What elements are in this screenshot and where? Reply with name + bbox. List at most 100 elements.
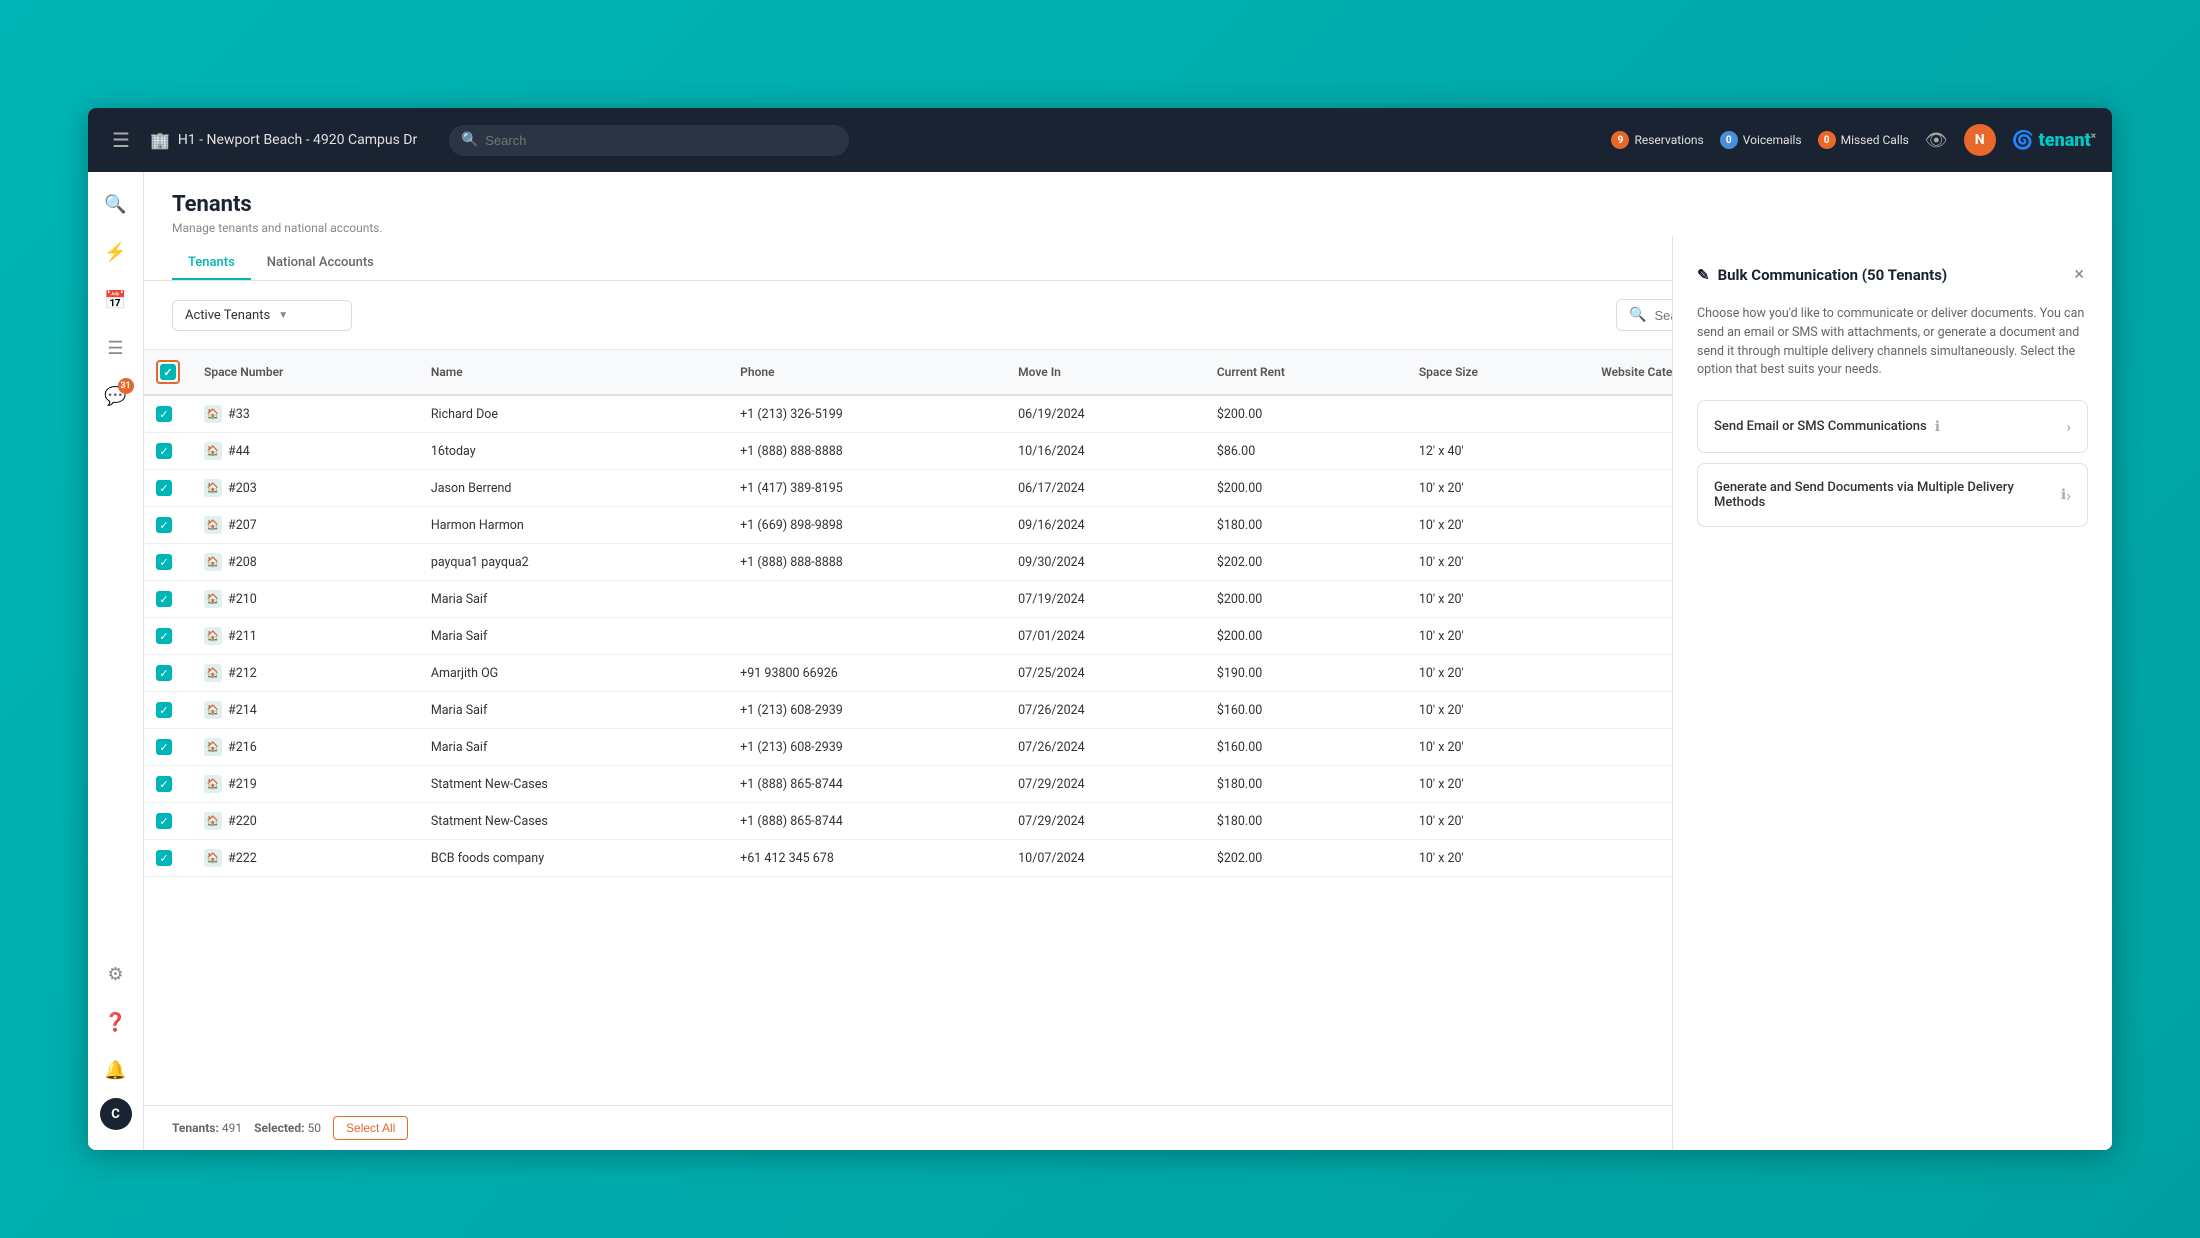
row-checkbox[interactable]: ✓ [156, 665, 172, 681]
row-checkbox[interactable]: ✓ [156, 850, 172, 866]
tab-national-accounts[interactable]: National Accounts [251, 247, 390, 280]
bulk-option-email-sms[interactable]: Send Email or SMS Communications ℹ › [1697, 400, 2088, 453]
eye-icon[interactable]: 👁 [1925, 130, 1948, 151]
bulk-comm-close-button[interactable]: × [2070, 260, 2088, 289]
move-in-cell: 07/19/2024 [1006, 581, 1205, 618]
row-checkbox[interactable]: ✓ [156, 591, 172, 607]
sidebar-item-profile[interactable]: C [100, 1098, 132, 1130]
space-number-cell: 🏠 #212 [192, 655, 419, 692]
row-checkbox[interactable]: ✓ [156, 813, 172, 829]
missed-calls-label: Missed Calls [1841, 133, 1909, 147]
row-checkbox[interactable]: ✓ [156, 480, 172, 496]
select-all-button[interactable]: Select All [333, 1116, 408, 1140]
reservations-badge[interactable]: 9 Reservations [1611, 131, 1703, 149]
bulk-comm-title: ✎ Bulk Communication (50 Tenants) [1697, 266, 1947, 284]
sidebar-item-calendar[interactable]: 📅 [96, 280, 136, 320]
row-checkbox-cell[interactable]: ✓ [144, 581, 192, 618]
row-checkbox-cell[interactable]: ✓ [144, 803, 192, 840]
space-number: #211 [228, 629, 257, 644]
space-number-cell: 🏠 #211 [192, 618, 419, 655]
row-checkbox-cell[interactable]: ✓ [144, 692, 192, 729]
move-in-cell: 07/29/2024 [1006, 766, 1205, 803]
space-number: #203 [228, 481, 257, 496]
voicemails-count: 0 [1720, 131, 1738, 149]
chat-badge: 31 [118, 378, 134, 394]
phone-cell: +91 93800 66926 [728, 655, 1006, 692]
row-checkbox[interactable]: ✓ [156, 739, 172, 755]
row-checkbox-cell[interactable]: ✓ [144, 840, 192, 877]
selected-count: 50 [308, 1121, 322, 1135]
unit-icon: 🏠 [204, 442, 222, 460]
row-checkbox-cell[interactable]: ✓ [144, 729, 192, 766]
sidebar-item-bell[interactable]: 🔔 [96, 1050, 136, 1090]
row-checkbox[interactable]: ✓ [156, 776, 172, 792]
user-avatar[interactable]: N [1964, 124, 1996, 156]
unit-icon: 🏠 [204, 516, 222, 534]
row-checkbox[interactable]: ✓ [156, 628, 172, 644]
name-cell: Maria Saif [419, 581, 728, 618]
name-cell: Maria Saif [419, 729, 728, 766]
size-cell: 10' x 20' [1407, 470, 1589, 507]
sidebar-item-chat[interactable]: 💬 31 [96, 376, 136, 416]
row-checkbox-cell[interactable]: ✓ [144, 395, 192, 433]
space-number-cell: 🏠 #33 [192, 395, 419, 433]
sidebar-item-list[interactable]: ☰ [96, 328, 136, 368]
row-checkbox-cell[interactable]: ✓ [144, 544, 192, 581]
space-number-cell: 🏠 #222 [192, 840, 419, 877]
bulk-option-documents-label: Generate and Send Documents via Multiple… [1714, 480, 2053, 510]
reservations-count: 9 [1611, 131, 1629, 149]
hamburger-menu[interactable]: ☰ [104, 124, 138, 156]
row-checkbox-cell[interactable]: ✓ [144, 655, 192, 692]
col-space-number: Space Number [192, 350, 419, 395]
space-number: #44 [228, 444, 250, 459]
row-checkbox-cell[interactable]: ✓ [144, 470, 192, 507]
select-all-checkbox-header[interactable]: ✓ [144, 350, 192, 395]
row-checkbox[interactable]: ✓ [156, 406, 172, 422]
sidebar-item-lightning[interactable]: ⚡ [96, 232, 136, 272]
row-checkbox[interactable]: ✓ [156, 443, 172, 459]
name-cell: Maria Saif [419, 692, 728, 729]
rent-cell: $200.00 [1205, 618, 1407, 655]
rent-cell: $160.00 [1205, 729, 1407, 766]
space-number-cell: 🏠 #214 [192, 692, 419, 729]
row-checkbox-cell[interactable]: ✓ [144, 433, 192, 470]
space-number: #219 [228, 777, 257, 792]
tab-tenants[interactable]: Tenants [172, 247, 251, 280]
global-search-input[interactable] [449, 125, 849, 156]
bulk-comm-title-icon: ✎ [1697, 266, 1710, 284]
row-checkbox[interactable]: ✓ [156, 702, 172, 718]
unit-icon: 🏠 [204, 405, 222, 423]
space-number: #214 [228, 703, 257, 718]
bulk-comm-title-text: Bulk Communication (50 Tenants) [1718, 266, 1948, 284]
header-checkbox[interactable]: ✓ [160, 364, 176, 380]
space-number: #222 [228, 851, 257, 866]
name-cell: Statment New-Cases [419, 766, 728, 803]
col-name: Name [419, 350, 728, 395]
size-cell: 10' x 20' [1407, 766, 1589, 803]
bulk-option-documents[interactable]: Generate and Send Documents via Multiple… [1697, 463, 2088, 527]
sidebar-item-settings[interactable]: ⚙ [96, 954, 136, 994]
size-cell: 10' x 20' [1407, 507, 1589, 544]
row-checkbox-cell[interactable]: ✓ [144, 766, 192, 803]
phone-cell: +1 (213) 326-5199 [728, 395, 1006, 433]
row-checkbox-cell[interactable]: ✓ [144, 618, 192, 655]
row-checkbox[interactable]: ✓ [156, 554, 172, 570]
sidebar-item-search[interactable]: 🔍 [96, 184, 136, 224]
row-checkbox-cell[interactable]: ✓ [144, 507, 192, 544]
name-cell: Statment New-Cases [419, 803, 728, 840]
space-number-cell: 🏠 #220 [192, 803, 419, 840]
space-number-cell: 🏠 #216 [192, 729, 419, 766]
col-move-in: Move In [1006, 350, 1205, 395]
row-checkbox[interactable]: ✓ [156, 517, 172, 533]
filter-select[interactable]: Active Tenants ▼ [172, 300, 352, 331]
rent-cell: $202.00 [1205, 840, 1407, 877]
rent-cell: $200.00 [1205, 395, 1407, 433]
sidebar: 🔍 ⚡ 📅 ☰ 💬 31 ⚙ ❓ 🔔 C [88, 172, 144, 1150]
global-search[interactable]: 🔍 [449, 125, 849, 156]
voicemails-badge[interactable]: 0 Voicemails [1720, 131, 1802, 149]
space-number-cell: 🏠 #203 [192, 470, 419, 507]
sidebar-item-help[interactable]: ❓ [96, 1002, 136, 1042]
missed-calls-badge[interactable]: 0 Missed Calls [1818, 131, 1909, 149]
info-icon-1[interactable]: ℹ [1935, 419, 1940, 435]
reservations-label: Reservations [1634, 133, 1703, 147]
